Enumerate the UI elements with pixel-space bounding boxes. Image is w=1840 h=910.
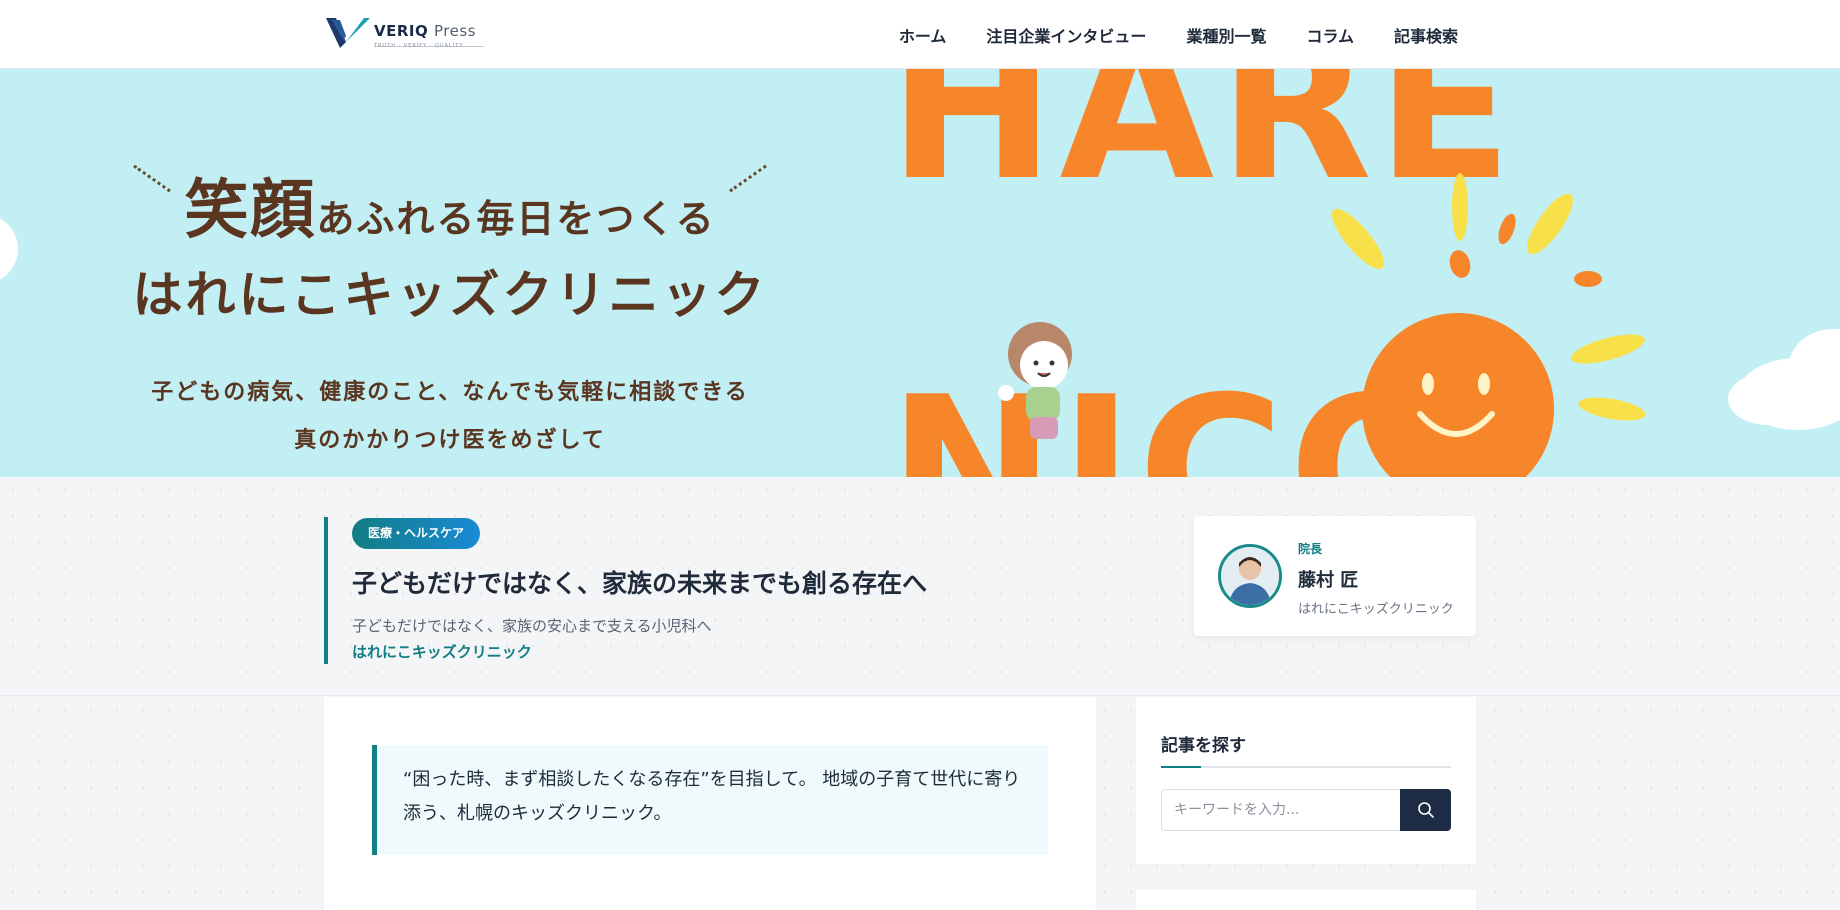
article-company-link[interactable]: はれにこキッズクリニック <box>352 641 532 662</box>
article-title: 子どもだけではなく、家族の未来までも創る存在へ <box>352 569 928 598</box>
doctor-portrait-icon <box>1221 547 1279 605</box>
cloud-right-icon <box>1728 329 1840 430</box>
hero-tagline-1: 子どもの病気、健康のこと、なんでも気軽に相談できる <box>151 380 749 405</box>
search-widget: 記事を探す <box>1136 697 1476 864</box>
nav-industry-list[interactable]: 業種別一覧 <box>1186 23 1266 47</box>
lead-quote: “困った時、まず相談したくなる存在”を目指して。 地域の子育て世代に寄り添う、札… <box>372 745 1048 855</box>
logo-wordmark: VERIQ Press <box>374 22 476 40</box>
hero-clinic-name: はれにこキッズクリニック <box>132 266 768 324</box>
nav-column[interactable]: コラム <box>1306 23 1354 47</box>
author-role: 院長 <box>1298 542 1323 556</box>
hero-headline-1: 笑顔あふれる毎日をつくる <box>120 159 780 251</box>
sidebar-widget-next <box>1136 890 1476 910</box>
author-name: 藤村 匠 <box>1298 570 1359 591</box>
article-header: 医療・ヘルスケア 子どもだけではなく、家族の未来までも創る存在へ 子どもだけでは… <box>0 477 1840 696</box>
hero-headline-rest: あふれる毎日をつくる <box>316 197 716 241</box>
nav-featured-interviews[interactable]: 注目企業インタビュー <box>986 23 1146 47</box>
hero-headline-emphasis: 笑顔 <box>184 174 317 248</box>
logo-v-icon <box>326 18 370 48</box>
cloud-left-icon <box>0 218 18 280</box>
search-input[interactable] <box>1161 789 1401 831</box>
author-card: 院長 藤村 匠 はれにこキッズクリニック <box>1194 516 1476 636</box>
logo-tagline: TRUTH · VERIFY · QUALITY <box>374 43 464 49</box>
hero-copy: 笑顔あふれる毎日をつくる はれにこキッズクリニック 子どもの病気、健康のこと、な… <box>120 159 780 465</box>
nav-article-search[interactable]: 記事検索 <box>1394 23 1458 47</box>
search-button[interactable] <box>1400 789 1451 831</box>
hero-art-hare: HARE <box>888 69 1517 225</box>
lead-text: “困った時、まず相談したくなる存在”を目指して。 地域の子育て世代に寄り添う、札… <box>403 769 1021 824</box>
category-badge[interactable]: 医療・ヘルスケア <box>352 518 481 549</box>
avatar <box>1218 544 1282 608</box>
search-widget-title: 記事を探す <box>1161 736 1246 756</box>
hero-banner: 笑顔あふれる毎日をつくる はれにこキッズクリニック 子どもの病気、健康のこと、な… <box>0 69 1840 477</box>
smiling-sun-icon <box>1362 313 1554 477</box>
logo-name: VERIQ <box>374 22 429 40</box>
hero-tagline-2: 真のかかりつけ医をめざして <box>294 428 606 453</box>
search-widget-divider <box>1161 766 1451 768</box>
search-icon <box>1417 802 1434 818</box>
article-subtitle: 子どもだけではなく、家族の安心まで支える小児科へ <box>352 617 712 635</box>
article-body: “困った時、まず相談したくなる存在”を目指して。 地域の子育て世代に寄り添う、札… <box>324 697 1096 910</box>
main-nav: ホーム 注目企業インタビュー 業種別一覧 コラム 記事検索 <box>899 0 1458 69</box>
author-organization: はれにこキッズクリニック <box>1298 602 1454 617</box>
logo-suffix: Press <box>433 22 476 40</box>
dotted-deco-right <box>729 164 767 193</box>
hero-illustration: HARE NICO <box>888 69 1840 477</box>
nav-home[interactable]: ホーム <box>899 23 947 47</box>
hero-tagline: 子どもの病気、健康のこと、なんでも気軽に相談できる 真のかかりつけ医をめざして <box>120 369 780 465</box>
dotted-deco-left <box>133 164 171 193</box>
site-header: VERIQ Press TRUTH · VERIFY · QUALITY ホーム… <box>0 0 1840 69</box>
title-accent-bar <box>324 517 328 664</box>
site-logo[interactable]: VERIQ Press TRUTH · VERIFY · QUALITY <box>326 16 486 52</box>
